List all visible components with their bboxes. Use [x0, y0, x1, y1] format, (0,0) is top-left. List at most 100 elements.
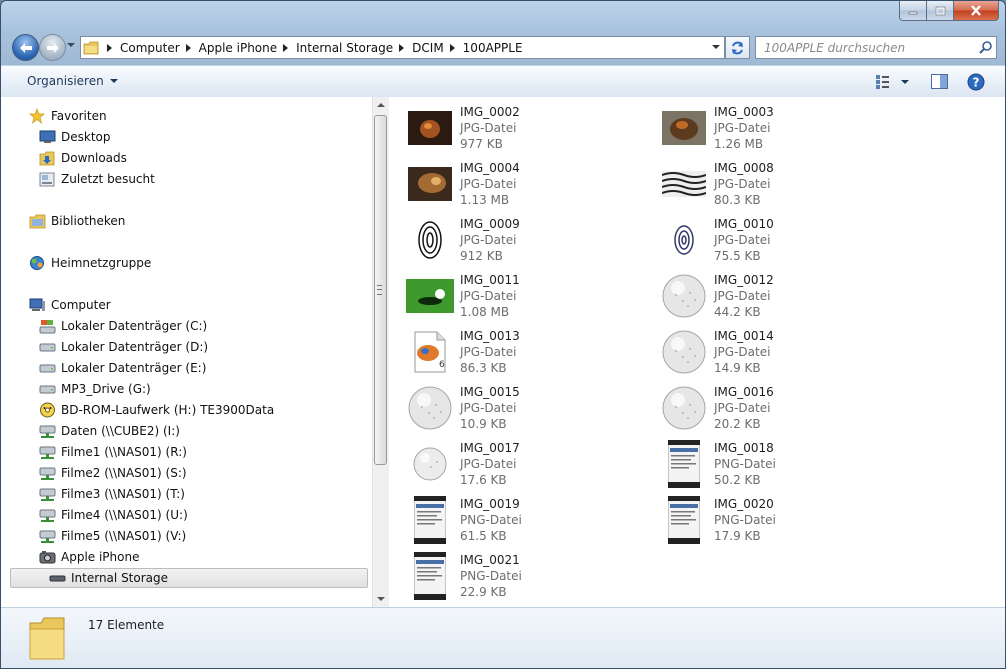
breadcrumb-dcim[interactable]: DCIM: [393, 37, 444, 58]
thumbnail-icon: [660, 104, 708, 152]
file-item[interactable]: IMG_0004 JPG-Datei 1.13 MB: [406, 160, 656, 210]
network-drive-icon: [38, 486, 56, 502]
file-item[interactable]: IMG_0003 JPG-Datei 1.26 MB: [660, 104, 910, 154]
file-item[interactable]: IMG_0016 JPG-Datei 20.2 KB: [660, 384, 910, 434]
nav-drive-t[interactable]: Filme3 (\\NAS01) (T:): [38, 484, 185, 504]
file-name: IMG_0019: [460, 497, 520, 511]
file-type: JPG-Datei: [714, 233, 771, 247]
nav-desktop[interactable]: Desktop: [38, 127, 111, 147]
network-drive-icon: [38, 465, 56, 481]
nav-downloads[interactable]: Downloads: [38, 148, 127, 168]
arrow-left-icon: [19, 42, 32, 53]
file-list: IMG_0002 JPG-Datei 977 KB IMG_0003 JPG-Datei…: [389, 97, 1005, 607]
file-item[interactable]: IMG_0002 JPG-Datei 977 KB: [406, 104, 656, 154]
file-size: 50.2 KB: [714, 473, 761, 487]
file-item[interactable]: IMG_0020 PNG-Datei 17.9 KB: [660, 496, 910, 546]
file-item[interactable]: IMG_0012 JPG-Datei 44.2 KB: [660, 272, 910, 322]
network-drive-icon: [38, 528, 56, 544]
hard-drive-icon: [38, 339, 56, 355]
file-name: IMG_0016: [714, 385, 774, 399]
preview-pane-button[interactable]: [929, 72, 949, 91]
help-button[interactable]: ?: [966, 72, 986, 91]
thumbnail-icon: 6: [406, 328, 454, 376]
maximize-button[interactable]: [927, 1, 954, 21]
storage-icon: [48, 570, 66, 586]
file-item[interactable]: IMG_0009 JPG-Datei 912 KB: [406, 216, 656, 266]
nav-drive-v[interactable]: Filme5 (\\NAS01) (V:): [38, 526, 186, 546]
network-drive-icon: [38, 444, 56, 460]
file-item[interactable]: IMG_0021 PNG-Datei 22.9 KB: [406, 552, 656, 602]
nav-internal-storage[interactable]: Internal Storage: [48, 568, 168, 588]
change-view-button[interactable]: [875, 72, 911, 91]
nav-drive-c[interactable]: Lokaler Datenträger (C:): [38, 316, 207, 336]
chevron-right-icon[interactable]: [185, 43, 191, 52]
nav-libraries[interactable]: Bibliotheken: [28, 211, 125, 231]
file-item[interactable]: IMG_0017 JPG-Datei 17.6 KB: [406, 440, 656, 490]
search-input[interactable]: 100APPLE durchsuchen: [756, 41, 974, 55]
forward-button[interactable]: [39, 34, 66, 61]
file-name: IMG_0011: [460, 273, 520, 287]
svg-text:?: ?: [973, 75, 980, 89]
refresh-button[interactable]: [725, 36, 750, 59]
thumbnail-icon: [406, 552, 454, 600]
nav-drive-r[interactable]: Filme1 (\\NAS01) (R:): [38, 442, 187, 462]
nav-drive-e[interactable]: Lokaler Datenträger (E:): [38, 358, 206, 378]
scroll-down-arrow-icon[interactable]: [377, 597, 385, 601]
chevron-right-icon[interactable]: [449, 43, 455, 52]
address-bar[interactable]: Computer Apple iPhone Internal Storage D…: [80, 36, 725, 59]
command-bar: Organisieren ?: [1, 65, 1005, 98]
file-item[interactable]: IMG_0011 JPG-Datei 1.08 MB: [406, 272, 656, 322]
search-icon[interactable]: [974, 41, 996, 54]
nav-drive-u[interactable]: Filme4 (\\NAS01) (U:): [38, 505, 188, 525]
breadcrumb-apple-iphone[interactable]: Apple iPhone: [180, 37, 277, 58]
minimize-button[interactable]: [899, 1, 927, 21]
chevron-right-icon[interactable]: [399, 43, 405, 52]
file-item[interactable]: IMG_0008 JPG-Datei 80.3 KB: [660, 160, 910, 210]
close-button[interactable]: [954, 1, 999, 21]
nav-recent-places[interactable]: Zuletzt besucht: [38, 169, 155, 189]
breadcrumb-internal-storage[interactable]: Internal Storage: [277, 37, 393, 58]
chevron-right-icon[interactable]: [107, 43, 112, 52]
nav-drive-d[interactable]: Lokaler Datenträger (D:): [38, 337, 208, 357]
breadcrumb-computer[interactable]: Computer: [101, 37, 180, 58]
chevron-right-icon[interactable]: [283, 43, 289, 52]
file-size: 14.9 KB: [714, 361, 761, 375]
disc-drive-icon: [38, 402, 56, 418]
file-type: JPG-Datei: [460, 345, 517, 359]
file-name: IMG_0008: [714, 161, 774, 175]
minimize-icon: [908, 11, 918, 14]
nav-homegroup[interactable]: Heimnetzgruppe: [28, 253, 151, 273]
scrollbar-grip: [377, 285, 382, 295]
file-item[interactable]: IMG_0019 PNG-Datei 61.5 KB: [406, 496, 656, 546]
nav-computer[interactable]: Computer: [28, 295, 111, 315]
organize-button[interactable]: Organisieren: [27, 74, 118, 88]
nav-drive-i[interactable]: Daten (\\CUBE2) (I:): [38, 421, 180, 441]
search-box[interactable]: 100APPLE durchsuchen: [755, 36, 997, 59]
file-item[interactable]: IMG_0010 JPG-Datei 75.5 KB: [660, 216, 910, 266]
thumbnail-icon: [406, 160, 454, 208]
file-item[interactable]: 6 IMG_0013 JPG-Datei 86.3 KB: [406, 328, 656, 378]
file-name: IMG_0020: [714, 497, 774, 511]
file-item[interactable]: IMG_0015 JPG-Datei 10.9 KB: [406, 384, 656, 434]
thumbnail-icon: [406, 104, 454, 152]
file-name: IMG_0009: [460, 217, 520, 231]
removable-drive-icon: [38, 381, 56, 397]
breadcrumb-100apple[interactable]: 100APPLE: [444, 37, 523, 58]
address-dropdown[interactable]: [712, 45, 720, 49]
nav-drive-g[interactable]: MP3_Drive (G:): [38, 379, 151, 399]
nav-drive-s[interactable]: Filme2 (\\NAS01) (S:): [38, 463, 187, 483]
nav-drive-h[interactable]: BD-ROM-Laufwerk (H:) TE3900Data: [38, 400, 274, 420]
file-name: IMG_0021: [460, 553, 520, 567]
nav-apple-iphone[interactable]: Apple iPhone: [38, 547, 139, 567]
file-size: 75.5 KB: [714, 249, 761, 263]
recent-pages-dropdown[interactable]: [67, 43, 75, 47]
scroll-up-arrow-icon[interactable]: [377, 103, 385, 107]
back-button[interactable]: [12, 34, 39, 61]
nav-favorites[interactable]: Favoriten: [28, 106, 107, 126]
file-item[interactable]: IMG_0018 PNG-Datei 50.2 KB: [660, 440, 910, 490]
navigation-scrollbar[interactable]: [372, 97, 389, 607]
file-item[interactable]: IMG_0014 JPG-Datei 14.9 KB: [660, 328, 910, 378]
thumbnail-icon: [406, 496, 454, 544]
computer-icon: [28, 297, 46, 313]
file-type: JPG-Datei: [714, 121, 771, 135]
